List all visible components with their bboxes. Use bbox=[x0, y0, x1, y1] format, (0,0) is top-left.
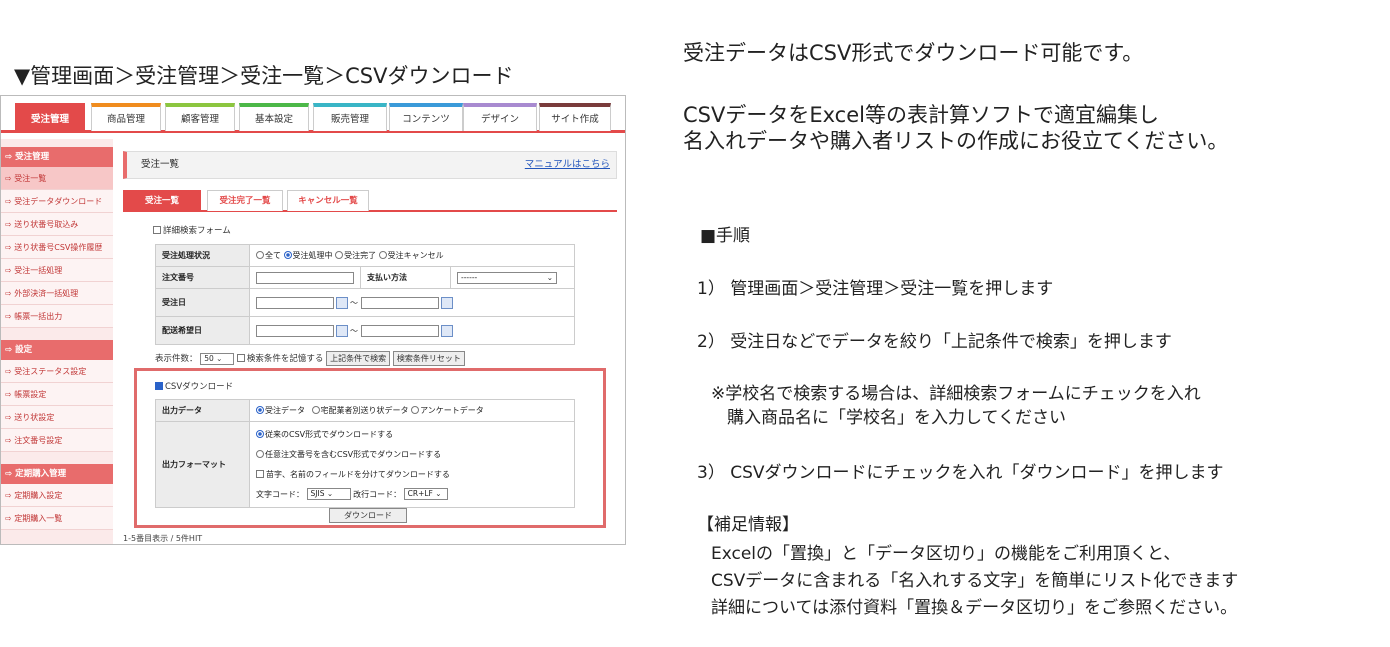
newline-select[interactable]: CR+LF ⌄ bbox=[403, 488, 448, 500]
delivery-date-label: 配送希望日 bbox=[155, 316, 250, 345]
display-count-select[interactable]: 50 ⌄ bbox=[200, 352, 235, 365]
delivery-date-from-input[interactable] bbox=[256, 324, 334, 337]
search-controls-row: 表示件数： 50 ⌄ 検索条件を記憶する 上記条件で検索 検索条件リセット bbox=[155, 351, 465, 366]
screenshot-caption: ▼管理画面＞受注管理＞受注一覧＞CSVダウンロード bbox=[14, 64, 514, 88]
calendar-icon[interactable] bbox=[440, 296, 453, 309]
procedure-step-3: 3） CSVダウンロードにチェックを入れ「ダウンロード」を押します bbox=[697, 463, 1224, 483]
sidebar-item-shipping-slip-settings[interactable]: ⇨ 送り状設定 bbox=[1, 406, 113, 429]
csv-form-table: 出力データ 受注データ 宅配業者別送り状データ アンケートデータ 出力フォーマッ… bbox=[155, 399, 575, 508]
page-title: 受注一覧 bbox=[141, 159, 180, 170]
calendar-icon[interactable] bbox=[336, 324, 348, 337]
tab-customer-management[interactable]: 顧客管理 bbox=[165, 103, 235, 131]
supplement-line-2: CSVデータに含まれる「名入れする文字」を簡単にリスト化できます bbox=[711, 571, 1239, 591]
hit-count: 1-5番目表示 / 5件HIT bbox=[123, 534, 203, 543]
sidebar-item-form-output[interactable]: ⇨ 帳票一括出力 bbox=[1, 305, 113, 328]
sidebar-item-subscription-list[interactable]: ⇨ 定期購入一覧 bbox=[1, 507, 113, 530]
procedure-title: ■手順 bbox=[700, 226, 751, 246]
format-standard-radio[interactable]: 従来のCSV形式でダウンロードする bbox=[256, 425, 568, 445]
subtab-order-list[interactable]: 受注一覧 bbox=[123, 190, 201, 211]
format-custom-radio[interactable]: 任意注文番号を含むCSV形式でダウンロードする bbox=[256, 445, 568, 465]
output-data-radio-group[interactable]: 受注データ 宅配業者別送り状データ アンケートデータ bbox=[249, 399, 575, 422]
sidebar-item-bulk-process[interactable]: ⇨ 受注一括処理 bbox=[1, 259, 113, 282]
search-button[interactable]: 上記条件で検索 bbox=[326, 351, 391, 366]
detail-search-checkbox[interactable]: 詳細検索フォーム bbox=[153, 224, 231, 236]
sidebar-item-form-settings[interactable]: ⇨ 帳票設定 bbox=[1, 383, 113, 406]
subtab-cancel-list[interactable]: キャンセル一覧 bbox=[287, 190, 369, 211]
tab-site-creation[interactable]: サイト作成 bbox=[539, 103, 611, 131]
status-label: 受注処理状況 bbox=[155, 244, 250, 267]
order-date-label: 受注日 bbox=[155, 288, 250, 317]
tab-design[interactable]: デザイン bbox=[463, 103, 537, 131]
intro-line-1: 受注データはCSV形式でダウンロード可能です。 bbox=[683, 41, 1144, 65]
sidebar-item-subscription-settings[interactable]: ⇨ 定期購入設定 bbox=[1, 484, 113, 507]
payment-method-select[interactable]: ------ ⌄ bbox=[457, 271, 557, 284]
download-button[interactable]: ダウンロード bbox=[329, 508, 407, 523]
search-form-table: 受注処理状況 全て 受注処理中 受注完了 受注キャンセル 注文番号 支払い方法 … bbox=[155, 244, 575, 345]
admin-screenshot: 受注管理 商品管理 顧客管理 基本設定 販売管理 コンテンツ デザイン サイト作… bbox=[0, 95, 626, 545]
subtab-completed-list[interactable]: 受注完了一覧 bbox=[207, 190, 283, 211]
sub-tab-bar: 受注一覧 受注完了一覧 キャンセル一覧 bbox=[123, 188, 617, 212]
reset-button[interactable]: 検索条件リセット bbox=[392, 351, 465, 366]
csv-download-checkbox[interactable]: CSVダウンロード bbox=[155, 380, 233, 392]
calendar-icon[interactable] bbox=[336, 296, 348, 309]
remember-conditions-checkbox[interactable] bbox=[236, 354, 245, 362]
procedure-note-2: 購入商品名に「学校名」を入力してください bbox=[727, 408, 1066, 428]
sidebar-item-order-no-settings[interactable]: ⇨ 注文番号設定 bbox=[1, 429, 113, 452]
calendar-icon[interactable] bbox=[440, 324, 453, 337]
output-data-label: 出力データ bbox=[155, 399, 250, 422]
tab-order-management[interactable]: 受注管理 bbox=[15, 103, 85, 131]
sidebar: ⇨ 受注管理 ⇨ 受注一覧 ⇨ 受注データダウンロード ⇨ 送り状番号取込み ⇨… bbox=[1, 139, 113, 544]
procedure-step-2: 2） 受注日などでデータを絞り「上記条件で検索」を押します bbox=[697, 332, 1172, 352]
intro-line-3: 名入れデータや購入者リストの作成にお役立てください。 bbox=[683, 129, 1229, 153]
supplement-line-3: 詳細については添付資料「置換＆データ区切り」をご参照ください。 bbox=[711, 598, 1238, 618]
payment-method-label: 支払い方法 bbox=[360, 266, 451, 289]
tab-contents[interactable]: コンテンツ bbox=[389, 103, 463, 131]
tab-basic-settings[interactable]: 基本設定 bbox=[239, 103, 309, 131]
sidebar-item-status-settings[interactable]: ⇨ 受注ステータス設定 bbox=[1, 360, 113, 383]
order-date-to-input[interactable] bbox=[360, 296, 439, 309]
main-tab-bar: 受注管理 商品管理 顧客管理 基本設定 販売管理 コンテンツ デザイン サイト作… bbox=[1, 101, 625, 133]
manual-link[interactable]: マニュアルはこちら bbox=[525, 152, 610, 178]
sidebar-item-order-data-download[interactable]: ⇨ 受注データダウンロード bbox=[1, 190, 113, 213]
page-header: 受注一覧 マニュアルはこちら bbox=[123, 151, 617, 179]
tab-sales-management[interactable]: 販売管理 bbox=[313, 103, 387, 131]
order-number-label: 注文番号 bbox=[155, 266, 250, 289]
sidebar-section-orders[interactable]: ⇨ 受注管理 bbox=[1, 147, 113, 167]
sidebar-item-tracking-history[interactable]: ⇨ 送り状番号CSV操作履歴 bbox=[1, 236, 113, 259]
order-number-input[interactable] bbox=[256, 271, 354, 284]
download-button-wrap: ダウンロード bbox=[329, 508, 407, 523]
status-radio-group[interactable]: 全て 受注処理中 受注完了 受注キャンセル bbox=[249, 244, 575, 267]
supplement-title: 【補足情報】 bbox=[697, 515, 799, 535]
split-name-checkbox[interactable]: 苗字、名前のフィールドを分けてダウンロードする bbox=[256, 465, 568, 485]
sidebar-section-settings[interactable]: ⇨ 設定 bbox=[1, 340, 113, 360]
sidebar-item-order-list[interactable]: ⇨ 受注一覧 bbox=[1, 167, 113, 190]
sidebar-item-external-payment[interactable]: ⇨ 外部決済一括処理 bbox=[1, 282, 113, 305]
order-date-from-input[interactable] bbox=[256, 296, 334, 309]
sidebar-section-subscriptions[interactable]: ⇨ 定期購入管理 bbox=[1, 464, 113, 484]
output-format-label: 出力フォーマット bbox=[155, 421, 250, 508]
procedure-step-1: 1） 管理画面＞受注管理＞受注一覧を押します bbox=[697, 279, 1054, 299]
procedure-note-1: ※学校名で検索する場合は、詳細検索フォームにチェックを入れ bbox=[711, 384, 1201, 404]
charcode-select[interactable]: SJIS ⌄ bbox=[306, 488, 351, 500]
sidebar-item-tracking-import[interactable]: ⇨ 送り状番号取込み bbox=[1, 213, 113, 236]
delivery-date-to-input[interactable] bbox=[360, 324, 439, 337]
supplement-line-1: Excelの「置換」と「データ区切り」の機能をご利用頂くと、 bbox=[711, 544, 1181, 564]
chevron-down-icon: ⌄ bbox=[546, 272, 553, 282]
tab-product-management[interactable]: 商品管理 bbox=[91, 103, 161, 131]
